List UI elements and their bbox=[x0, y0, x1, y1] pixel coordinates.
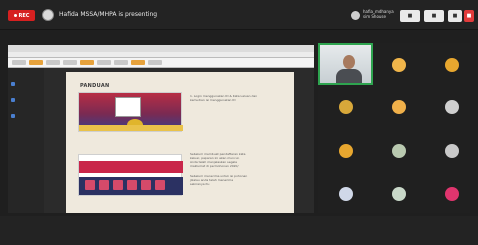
record-label: REC bbox=[18, 12, 30, 19]
gear-icon: ■ bbox=[452, 13, 458, 19]
active-speaker-video[interactable] bbox=[318, 43, 373, 85]
participant-avatar[interactable] bbox=[339, 187, 353, 201]
document-page: PANDUAN 1. Login menggunakan ID & Kata L… bbox=[66, 72, 294, 213]
portal-tile bbox=[127, 180, 137, 190]
toolbar-item[interactable] bbox=[114, 60, 128, 65]
toolbar-item[interactable] bbox=[97, 60, 111, 65]
document-sidebar bbox=[8, 68, 44, 213]
participant-avatar[interactable] bbox=[445, 144, 459, 158]
toolbar-item[interactable] bbox=[12, 60, 26, 65]
shared-window-toolbar bbox=[8, 58, 314, 68]
toolbar-item[interactable] bbox=[80, 60, 94, 65]
portal-tile bbox=[113, 180, 123, 190]
speaker-body bbox=[336, 69, 362, 83]
close-icon: ■ bbox=[466, 13, 472, 19]
participant-avatar[interactable] bbox=[392, 58, 406, 72]
toolbar-item[interactable] bbox=[131, 60, 145, 65]
shared-screen: PANDUAN 1. Login menggunakan ID & Kata L… bbox=[8, 45, 314, 213]
slide-title: PANDUAN bbox=[80, 83, 110, 89]
attachment-icon[interactable] bbox=[11, 114, 15, 118]
portal-tile bbox=[85, 180, 95, 190]
toolbar-item[interactable] bbox=[63, 60, 77, 65]
settings-button[interactable]: ■ bbox=[448, 10, 462, 22]
zoom-window: REC Hafida MSSA/MHPA is presenting hafia… bbox=[0, 0, 478, 245]
screenshot-login bbox=[78, 92, 183, 132]
toolbar-item[interactable] bbox=[46, 60, 60, 65]
participant-avatar[interactable] bbox=[339, 100, 353, 114]
layout-button[interactable]: ■ bbox=[424, 10, 444, 22]
participants-gallery bbox=[318, 43, 470, 213]
participant-avatar[interactable] bbox=[392, 187, 406, 201]
screenshot-footer bbox=[79, 125, 183, 131]
participant-avatar[interactable] bbox=[445, 187, 459, 201]
toolbar-item[interactable] bbox=[29, 60, 43, 65]
meeting-bottom-area bbox=[0, 216, 478, 245]
participant-avatar[interactable] bbox=[392, 144, 406, 158]
slide-text-1: 1. Login menggunakan ID & Kata Laluan da… bbox=[190, 94, 258, 102]
portal-banner bbox=[79, 161, 183, 173]
bookmark-icon[interactable] bbox=[11, 98, 15, 102]
page-icon[interactable] bbox=[11, 82, 15, 86]
participant-avatar[interactable] bbox=[339, 144, 353, 158]
self-avatar bbox=[351, 11, 360, 20]
self-name: hafia_mdhanya sim Shouse bbox=[363, 9, 394, 19]
meeting-top-bar: REC Hafida MSSA/MHPA is presenting hafia… bbox=[0, 0, 478, 30]
participant-avatar[interactable] bbox=[392, 100, 406, 114]
toolbar-item[interactable] bbox=[148, 60, 162, 65]
slide-text-2: Sebelum membuat pendaftaran kata keluar,… bbox=[190, 152, 246, 168]
leave-button[interactable]: ■ bbox=[464, 10, 474, 22]
login-popup bbox=[115, 97, 141, 117]
speaker-head bbox=[343, 55, 355, 69]
view-options-icon: ■ bbox=[407, 13, 413, 19]
screenshot-portal bbox=[78, 154, 183, 196]
slide-text-3: Sebelum menerima untuk isi pohonan jikal… bbox=[190, 174, 248, 186]
record-dot-icon bbox=[13, 14, 17, 17]
presenter-avatar bbox=[42, 9, 54, 21]
portal-tile bbox=[99, 180, 109, 190]
record-button[interactable]: REC bbox=[8, 10, 35, 21]
portal-tile bbox=[155, 180, 165, 190]
presenter-status-text: Hafida MSSA/MHPA is presenting bbox=[59, 11, 158, 18]
layout-icon: ■ bbox=[431, 13, 437, 19]
participant-avatar[interactable] bbox=[445, 100, 459, 114]
portal-tile bbox=[141, 180, 151, 190]
shared-window-title-bar bbox=[8, 45, 314, 52]
view-options-button[interactable]: ■ bbox=[400, 10, 420, 22]
participant-avatar[interactable] bbox=[445, 58, 459, 72]
